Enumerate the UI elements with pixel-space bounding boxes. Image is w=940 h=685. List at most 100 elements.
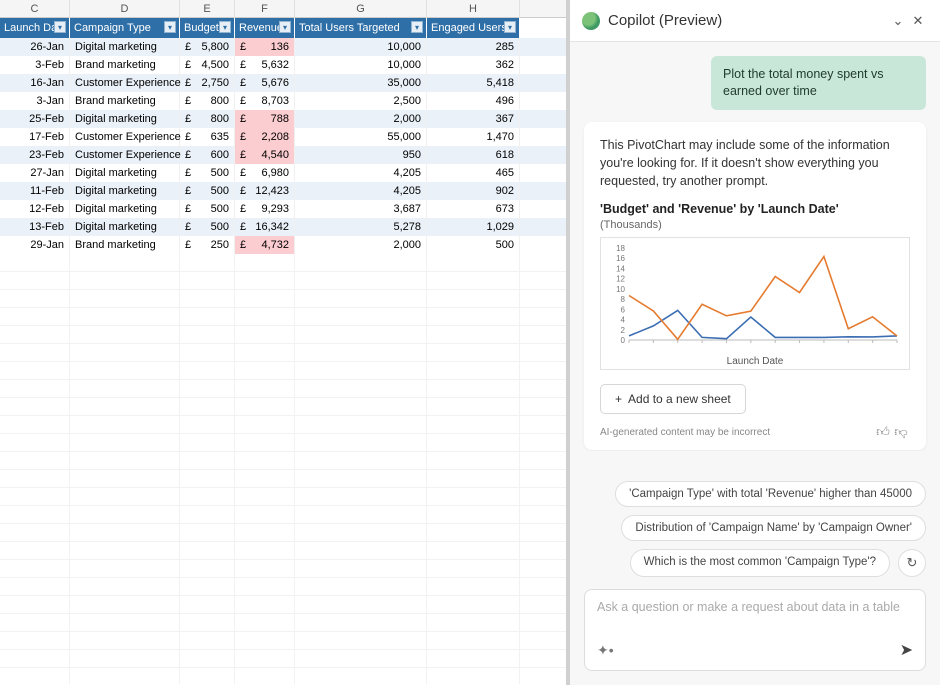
column-header[interactable]: Engaged Users▾ [427, 18, 520, 38]
cell-engaged-users[interactable]: 496 [427, 92, 520, 110]
cell-launch-date[interactable]: 3-Jan [0, 92, 70, 110]
filter-dropdown-icon[interactable]: ▾ [54, 21, 66, 33]
cell-users-targeted[interactable]: 2,500 [295, 92, 427, 110]
cell-users-targeted[interactable]: 10,000 [295, 56, 427, 74]
cell-budget[interactable]: £635 [180, 128, 235, 146]
cell-engaged-users[interactable]: 618 [427, 146, 520, 164]
suggestion-chip[interactable]: Distribution of 'Campaign Name' by 'Camp… [621, 515, 926, 541]
cell-engaged-users[interactable]: 5,418 [427, 74, 520, 92]
empty-grid[interactable] [0, 254, 566, 684]
cell-revenue[interactable]: £5,676 [235, 74, 295, 92]
filter-dropdown-icon[interactable]: ▾ [279, 21, 291, 33]
cell-campaign-type[interactable]: Customer Experience [70, 146, 180, 164]
expand-icon[interactable]: ⌄ [888, 13, 908, 29]
add-to-sheet-button[interactable]: + Add to a new sheet [600, 384, 746, 414]
table-row[interactable]: 13-FebDigital marketing£500£16,3425,2781… [0, 218, 566, 236]
table-row[interactable]: 12-FebDigital marketing£500£9,2933,68767… [0, 200, 566, 218]
cell-campaign-type[interactable]: Digital marketing [70, 38, 180, 56]
column-letter[interactable]: C [0, 0, 70, 18]
cell-engaged-users[interactable]: 465 [427, 164, 520, 182]
cell-engaged-users[interactable]: 1,470 [427, 128, 520, 146]
suggestion-chip[interactable]: 'Campaign Type' with total 'Revenue' hig… [615, 481, 926, 507]
cell-budget[interactable]: £500 [180, 200, 235, 218]
table-row[interactable]: 27-JanDigital marketing£500£6,9804,20546… [0, 164, 566, 182]
cell-users-targeted[interactable]: 950 [295, 146, 427, 164]
column-header[interactable]: Campaign Type▾ [70, 18, 180, 38]
cell-launch-date[interactable]: 17-Feb [0, 128, 70, 146]
cell-revenue[interactable]: £12,423 [235, 182, 295, 200]
cell-engaged-users[interactable]: 902 [427, 182, 520, 200]
cell-revenue[interactable]: £136 [235, 38, 295, 56]
cell-launch-date[interactable]: 23-Feb [0, 146, 70, 164]
cell-engaged-users[interactable]: 362 [427, 56, 520, 74]
cell-budget[interactable]: £500 [180, 182, 235, 200]
filter-dropdown-icon[interactable]: ▾ [164, 21, 176, 33]
close-icon[interactable]: ✕ [908, 13, 928, 29]
cell-revenue[interactable]: £4,540 [235, 146, 295, 164]
cell-engaged-users[interactable]: 285 [427, 38, 520, 56]
table-row[interactable]: 26-JanDigital marketing£5,800£13610,0002… [0, 38, 566, 56]
cell-launch-date[interactable]: 27-Jan [0, 164, 70, 182]
prompt-input-area[interactable]: ✦• ➤ [584, 589, 926, 671]
cell-users-targeted[interactable]: 10,000 [295, 38, 427, 56]
cell-revenue[interactable]: £5,632 [235, 56, 295, 74]
thumbs-up-icon[interactable]: 👍︎ [874, 424, 892, 440]
column-letter[interactable]: D [70, 0, 180, 18]
cell-revenue[interactable]: £9,293 [235, 200, 295, 218]
cell-campaign-type[interactable]: Brand marketing [70, 92, 180, 110]
column-letter[interactable]: G [295, 0, 427, 18]
cell-campaign-type[interactable]: Customer Experience [70, 128, 180, 146]
table-row[interactable]: 25-FebDigital marketing£800£7882,000367 [0, 110, 566, 128]
cell-revenue[interactable]: £788 [235, 110, 295, 128]
cell-budget[interactable]: £250 [180, 236, 235, 254]
cell-users-targeted[interactable]: 2,000 [295, 110, 427, 128]
table-row[interactable]: 11-FebDigital marketing£500£12,4234,2059… [0, 182, 566, 200]
cell-users-targeted[interactable]: 2,000 [295, 236, 427, 254]
cell-campaign-type[interactable]: Digital marketing [70, 182, 180, 200]
column-header[interactable]: Launch Date▾ [0, 18, 70, 38]
filter-dropdown-icon[interactable]: ▾ [411, 21, 423, 33]
cell-revenue[interactable]: £6,980 [235, 164, 295, 182]
table-row[interactable]: 23-FebCustomer Experience£600£4,54095061… [0, 146, 566, 164]
thumbs-down-icon[interactable]: 👎︎ [892, 424, 910, 440]
cell-users-targeted[interactable]: 35,000 [295, 74, 427, 92]
cell-budget[interactable]: £4,500 [180, 56, 235, 74]
cell-users-targeted[interactable]: 55,000 [295, 128, 427, 146]
cell-engaged-users[interactable]: 1,029 [427, 218, 520, 236]
cell-budget[interactable]: £500 [180, 218, 235, 236]
spreadsheet[interactable]: CDEFGH Launch Date▾Campaign Type▾Budget▾… [0, 0, 570, 685]
suggestion-chip[interactable]: Which is the most common 'Campaign Type'… [630, 549, 890, 577]
cell-launch-date[interactable]: 12-Feb [0, 200, 70, 218]
cell-budget[interactable]: £600 [180, 146, 235, 164]
cell-campaign-type[interactable]: Digital marketing [70, 218, 180, 236]
cell-revenue[interactable]: £16,342 [235, 218, 295, 236]
table-row[interactable]: 3-FebBrand marketing£4,500£5,63210,00036… [0, 56, 566, 74]
cell-launch-date[interactable]: 3-Feb [0, 56, 70, 74]
refresh-suggestions-icon[interactable]: ↻ [898, 549, 926, 577]
table-row[interactable]: 29-JanBrand marketing£250£4,7322,000500 [0, 236, 566, 254]
cell-budget[interactable]: £500 [180, 164, 235, 182]
cell-revenue[interactable]: £8,703 [235, 92, 295, 110]
cell-revenue[interactable]: £4,732 [235, 236, 295, 254]
prompt-input[interactable] [597, 600, 913, 638]
cell-campaign-type[interactable]: Brand marketing [70, 236, 180, 254]
cell-launch-date[interactable]: 25-Feb [0, 110, 70, 128]
cell-users-targeted[interactable]: 4,205 [295, 182, 427, 200]
cell-users-targeted[interactable]: 4,205 [295, 164, 427, 182]
cell-campaign-type[interactable]: Brand marketing [70, 56, 180, 74]
cell-users-targeted[interactable]: 5,278 [295, 218, 427, 236]
column-letter[interactable]: F [235, 0, 295, 18]
cell-engaged-users[interactable]: 367 [427, 110, 520, 128]
column-header[interactable]: Total Users Targeted▾ [295, 18, 427, 38]
cell-campaign-type[interactable]: Customer Experience [70, 74, 180, 92]
cell-launch-date[interactable]: 11-Feb [0, 182, 70, 200]
column-header[interactable]: Budget▾ [180, 18, 235, 38]
cell-users-targeted[interactable]: 3,687 [295, 200, 427, 218]
cell-budget[interactable]: £5,800 [180, 38, 235, 56]
cell-engaged-users[interactable]: 500 [427, 236, 520, 254]
cell-engaged-users[interactable]: 673 [427, 200, 520, 218]
filter-dropdown-icon[interactable]: ▾ [219, 21, 231, 33]
cell-launch-date[interactable]: 29-Jan [0, 236, 70, 254]
send-icon[interactable]: ➤ [900, 640, 913, 660]
cell-campaign-type[interactable]: Digital marketing [70, 200, 180, 218]
